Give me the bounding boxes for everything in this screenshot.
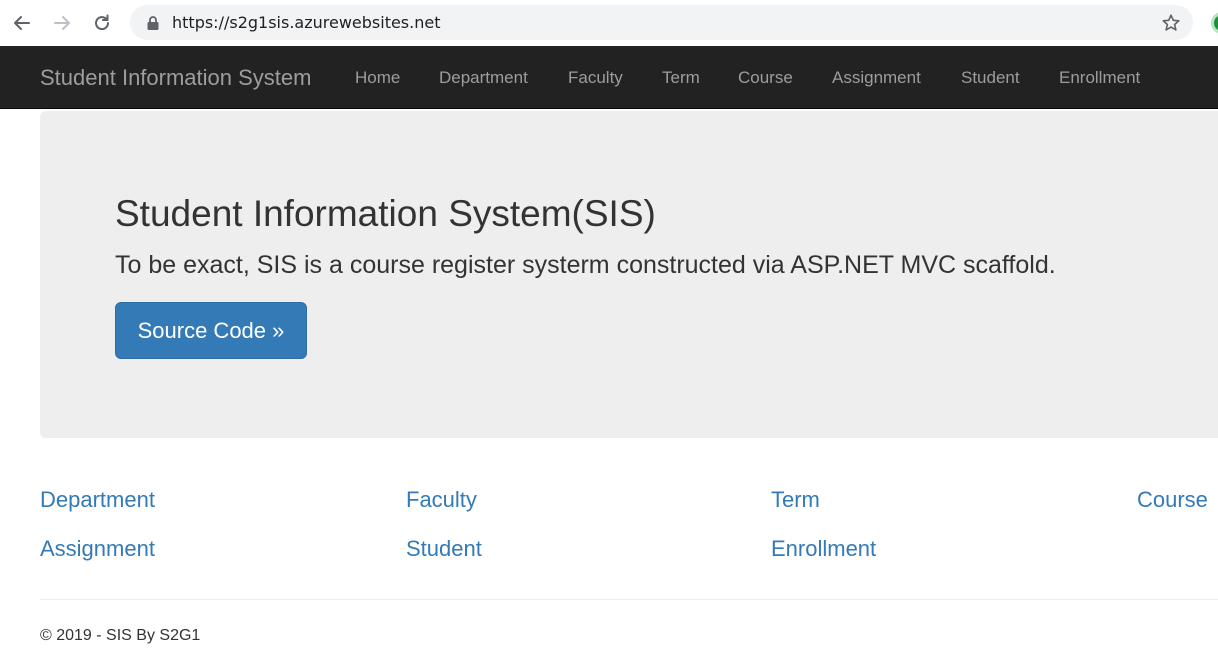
footer-divider — [40, 599, 1218, 600]
grid-link-assignment[interactable]: Assignment — [40, 536, 155, 562]
lock-icon — [147, 16, 159, 30]
star-icon[interactable] — [1161, 13, 1181, 33]
nav-link-faculty[interactable]: Faculty — [568, 68, 623, 88]
back-button[interactable] — [8, 9, 36, 37]
nav-link-course[interactable]: Course — [738, 68, 793, 88]
nav-link-department[interactable]: Department — [439, 68, 528, 88]
jumbotron: Student Information System(SIS) To be ex… — [40, 111, 1218, 438]
grid-link-student[interactable]: Student — [406, 536, 482, 562]
grid-link-enrollment[interactable]: Enrollment — [771, 536, 876, 562]
grid-link-term[interactable]: Term — [771, 487, 820, 513]
nav-link-term[interactable]: Term — [662, 68, 700, 88]
arrow-left-icon — [14, 16, 30, 30]
grid-link-faculty[interactable]: Faculty — [406, 487, 477, 513]
site-navbar: Student Information System Home Departme… — [0, 46, 1218, 109]
grid-link-department[interactable]: Department — [40, 487, 155, 513]
grid-link-course[interactable]: Course — [1137, 487, 1208, 513]
forward-button[interactable] — [48, 9, 76, 37]
lead-text: To be exact, SIS is a course register sy… — [115, 251, 1056, 279]
url-text[interactable]: https://s2g1sis.azurewebsites.net — [172, 13, 440, 32]
nav-link-student[interactable]: Student — [961, 68, 1020, 88]
page-title: Student Information System(SIS) — [115, 193, 656, 234]
reload-button[interactable] — [88, 9, 116, 37]
navbar-brand[interactable]: Student Information System — [40, 65, 311, 91]
profile-avatar[interactable] — [1211, 12, 1218, 34]
footer-copyright: © 2019 - SIS By S2G1 — [40, 627, 201, 644]
source-code-button[interactable]: Source Code » — [115, 302, 307, 359]
address-bar[interactable]: https://s2g1sis.azurewebsites.net — [130, 5, 1193, 40]
nav-link-enrollment[interactable]: Enrollment — [1059, 68, 1140, 88]
nav-link-home[interactable]: Home — [355, 68, 400, 88]
reload-icon — [95, 14, 110, 31]
arrow-right-icon — [54, 16, 70, 30]
browser-toolbar: https://s2g1sis.azurewebsites.net — [0, 0, 1218, 46]
nav-link-assignment[interactable]: Assignment — [832, 68, 921, 88]
